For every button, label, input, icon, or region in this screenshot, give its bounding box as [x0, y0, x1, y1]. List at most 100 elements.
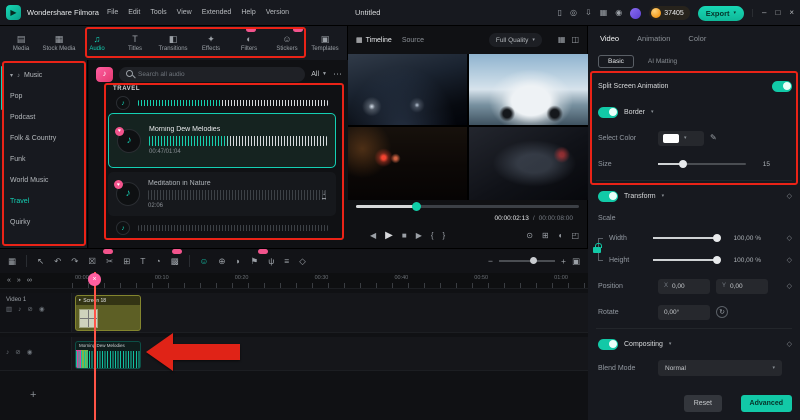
sidebar-item-podcast[interactable]: Podcast [10, 107, 87, 128]
tab-filters[interactable]: ◐ Filters [230, 34, 268, 52]
sidebar-item-quirky[interactable]: Quirky [10, 212, 87, 233]
keyframe-icon[interactable]: ◇ [299, 257, 306, 266]
blend-mode-dropdown[interactable]: Normal ▾ [658, 360, 782, 376]
height-slider[interactable] [653, 255, 721, 264]
subtab-basic[interactable]: Basic [598, 54, 634, 68]
menu-file[interactable]: File [107, 9, 118, 16]
tab-stock-media[interactable]: ▦ Stock Media [40, 34, 78, 52]
video-track-lane[interactable] [72, 293, 588, 333]
redo-icon[interactable]: ↷ [71, 257, 78, 266]
timeline-video-clip[interactable]: ▸ Screen 18 [75, 295, 141, 331]
tab-audio[interactable]: ♫ Audio [78, 34, 116, 52]
keyframe-icon[interactable]: ◇ [787, 235, 792, 242]
avatar[interactable] [630, 7, 642, 19]
compositing-toggle[interactable] [598, 338, 618, 350]
track-lock-icon[interactable]: ⊘ [27, 306, 32, 314]
menu-view[interactable]: View [177, 9, 192, 16]
notifications-icon[interactable]: ◎ [570, 9, 577, 17]
split-icon[interactable]: ✂ [106, 257, 113, 266]
mask-icon[interactable]: ◗ [235, 257, 240, 266]
seek-bar[interactable] [356, 202, 579, 211]
maximize-button[interactable]: □ [775, 9, 780, 17]
play-button[interactable]: ▶ [385, 231, 393, 241]
track-thumbnail-icon[interactable]: ▥ [6, 306, 12, 314]
tab-timeline-view[interactable]: ▦ Timeline [356, 37, 392, 44]
keyframe-icon[interactable]: ◇ [787, 257, 792, 264]
fit-timeline-icon[interactable]: ▣ [572, 257, 580, 266]
tab-titles[interactable]: T Titles [116, 34, 154, 52]
screen-record-icon[interactable]: ◉ [615, 9, 622, 17]
tab-stickers[interactable]: ☺ Stickers [268, 34, 306, 52]
timeline-ruler[interactable]: 00:00 00:10 00:20 00:30 00:40 00:50 01:0… [72, 273, 588, 289]
download-icon[interactable]: ↓ [322, 188, 326, 199]
zoom-in-icon[interactable]: + [561, 257, 566, 266]
quality-dropdown[interactable]: Full Quality ▾ [488, 33, 542, 47]
mark-out-button[interactable]: } [443, 232, 446, 240]
sidebar-item-pop[interactable]: Pop [10, 86, 87, 107]
split-screen-toggle[interactable] [772, 80, 792, 92]
track-mute-icon[interactable]: ♪ [18, 306, 21, 314]
split-view-icon[interactable]: ◫ [571, 36, 579, 44]
sidebar-item-travel[interactable]: Travel [10, 191, 87, 212]
border-toggle[interactable] [598, 106, 618, 118]
zoom-slider[interactable] [499, 257, 555, 264]
sidebar-item-funk[interactable]: Funk [10, 149, 87, 170]
collapse-right-icon[interactable]: » [17, 277, 21, 284]
audio-list-item-partial[interactable]: ♪ [108, 96, 336, 110]
crop-icon[interactable]: ⊞ [123, 257, 130, 266]
crop-preview-button[interactable]: ⊞ [542, 232, 549, 240]
playhead[interactable] [94, 272, 96, 420]
tab-video[interactable]: Video [600, 34, 619, 43]
more-options-button[interactable]: ⋯ [333, 69, 342, 79]
search-input[interactable] [138, 70, 250, 78]
caret-down-icon[interactable]: ▾ [651, 109, 654, 115]
playhead-handle[interactable]: × [88, 273, 101, 286]
width-slider[interactable] [653, 233, 721, 242]
minimize-button[interactable]: – [762, 9, 766, 17]
menu-version[interactable]: Version [266, 9, 289, 16]
filter-all-dropdown[interactable]: All ▼ [311, 71, 327, 78]
menu-tools[interactable]: Tools [150, 9, 166, 16]
layout-icon[interactable]: ▦ [8, 257, 16, 266]
rotate-dial-icon[interactable]: ↻ [716, 306, 728, 318]
close-button[interactable]: × [789, 9, 794, 17]
export-caret-icon[interactable]: ▾ [734, 10, 737, 16]
audio-list-item-selected[interactable]: ♪ ♥ Morning Dew Melodies 00:47/01:04 [108, 113, 336, 168]
marker-icon[interactable]: ⚑ [251, 257, 259, 266]
voiceover-mic-icon[interactable]: ψ [268, 257, 274, 266]
import-icon[interactable]: ⇩ [585, 9, 592, 17]
size-slider[interactable] [658, 159, 746, 168]
sidebar-item-folk-country[interactable]: Folk & Country [10, 128, 87, 149]
transform-toggle[interactable] [598, 190, 618, 202]
eyedropper-icon[interactable]: ✎ [710, 134, 717, 142]
menu-extended[interactable]: Extended [202, 9, 232, 16]
zoom-knob[interactable] [529, 257, 537, 264]
menu-help[interactable]: Help [241, 9, 255, 16]
workspace-icon[interactable]: ▦ [600, 9, 608, 17]
waveform[interactable] [149, 136, 327, 146]
tab-color[interactable]: Color [688, 34, 706, 43]
position-x-field[interactable]: X 0,00 [658, 278, 710, 294]
add-track-button[interactable]: + [30, 389, 36, 401]
favorites-button[interactable]: ♪ [96, 66, 113, 82]
track-lock-icon[interactable]: ⊘ [15, 350, 20, 357]
ai-face-icon[interactable]: ☺ [200, 257, 209, 266]
audio-track-lane[interactable] [72, 337, 588, 371]
sidebar-item-music[interactable]: ▾ ♪ Music [10, 65, 87, 86]
keyframe-icon[interactable]: ◇ [787, 283, 792, 290]
pointer-tool-icon[interactable]: ↖ [37, 257, 44, 266]
link-icon[interactable]: ∞ [27, 277, 32, 284]
advanced-button[interactable]: Advanced [740, 395, 792, 412]
seek-knob[interactable] [412, 202, 422, 211]
export-button[interactable]: Export ▾ [697, 5, 745, 21]
coins-badge[interactable]: 37405 [649, 6, 690, 20]
track-visibility-icon[interactable]: ◉ [39, 306, 45, 314]
text-tool-icon[interactable]: T [140, 257, 145, 266]
subtab-ai-matting[interactable]: AI Matting [642, 56, 683, 67]
rotate-field[interactable]: 0,00° [658, 304, 710, 320]
previous-frame-button[interactable]: ◀ [370, 232, 376, 240]
snapshot-button[interactable]: ⊙ [526, 232, 533, 240]
tab-source-view[interactable]: Source [402, 37, 424, 44]
motion-track-icon[interactable]: ⊕ [218, 257, 225, 266]
mosaic-icon[interactable]: ▩ [171, 257, 179, 266]
